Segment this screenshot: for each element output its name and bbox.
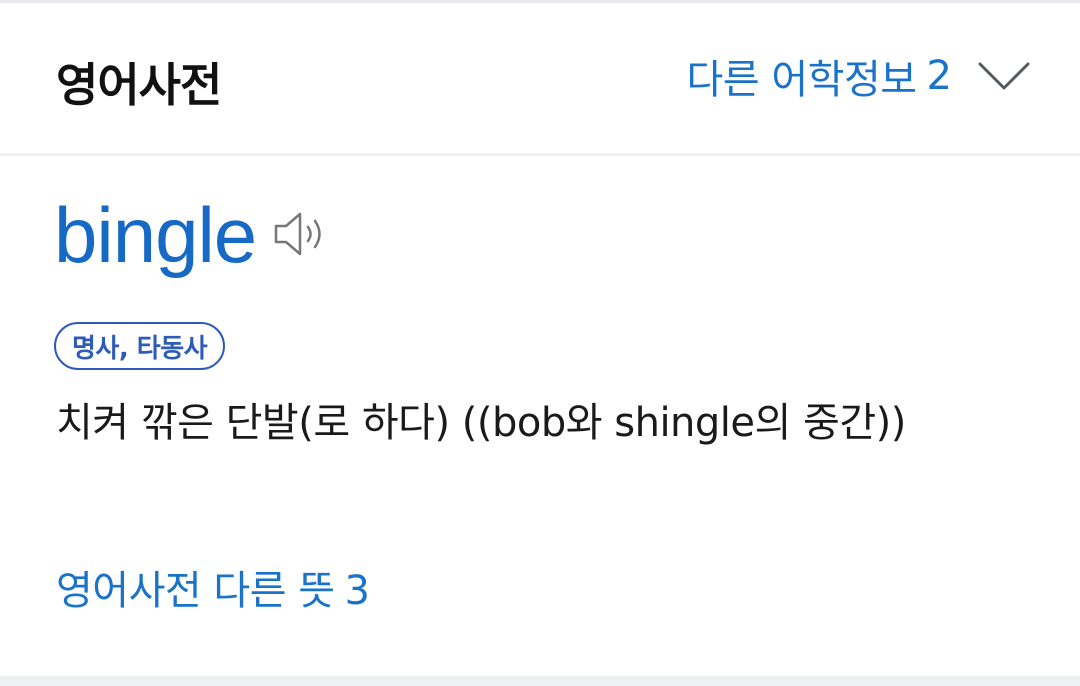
headword: bingle (54, 191, 257, 279)
other-meanings-count: 3 (344, 568, 370, 614)
other-meanings-label: 영어사전 다른 뜻 (56, 568, 335, 614)
chevron-down-icon[interactable] (978, 61, 1030, 91)
part-of-speech-label: 명사, 타동사 (72, 333, 208, 364)
other-meanings-link[interactable]: 영어사전 다른 뜻3 (56, 558, 370, 616)
dictionary-entry: bingle 명사, 타동사 치켜 깎은 단발(로 하다) ((bob와 shi… (0, 156, 1080, 676)
speaker-icon[interactable] (272, 206, 328, 262)
bottom-divider (0, 676, 1080, 686)
more-language-info-toggle[interactable]: 다른 어학정보 2 (687, 47, 1030, 105)
part-of-speech-badge: 명사, 타동사 (54, 322, 226, 370)
section-title: 영어사전 (56, 58, 222, 112)
dictionary-header: 영어사전 다른 어학정보 2 (0, 3, 1080, 153)
definition-text: 치켜 깎은 단발(로 하다) ((bob와 shingle의 중간)) (56, 400, 906, 446)
more-info-count: 2 (926, 53, 952, 99)
more-info-label: 다른 어학정보 (686, 57, 918, 103)
